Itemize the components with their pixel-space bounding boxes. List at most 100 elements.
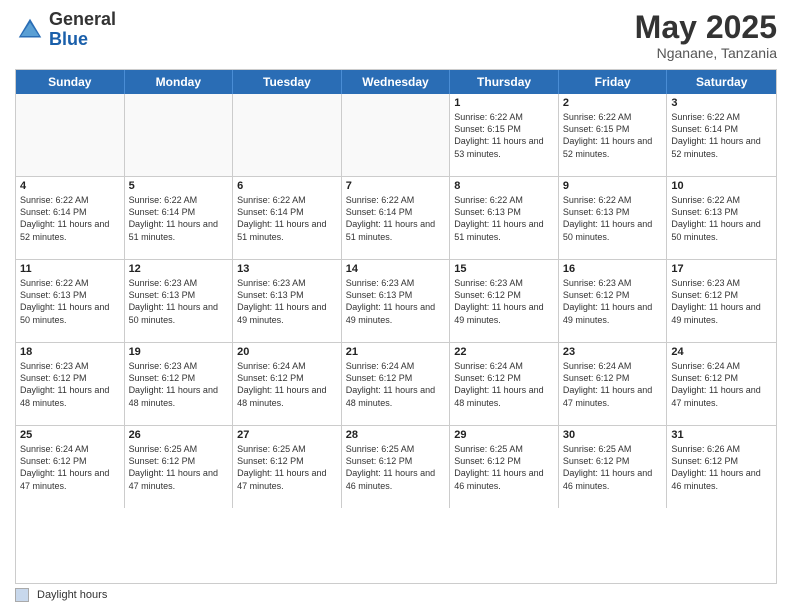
day-cell: 29 Sunrise: 6:25 AM Sunset: 6:12 PM Dayli…: [450, 426, 559, 508]
day-header-sunday: Sunday: [16, 70, 125, 94]
day-cell: 10Sunrise: 6:22 AM Sunset: 6:13 PM Dayli…: [667, 177, 776, 259]
day-header-tuesday: Tuesday: [233, 70, 342, 94]
day-header-saturday: Saturday: [667, 70, 776, 94]
day-header-monday: Monday: [125, 70, 234, 94]
day-number: 21: [346, 346, 446, 358]
day-cell: 12Sunrise: 6:23 AM Sunset: 6:13 PM Dayli…: [125, 260, 234, 342]
day-number: 5: [129, 180, 229, 192]
day-header-friday: Friday: [559, 70, 668, 94]
week-row: 1Sunrise: 6:22 AM Sunset: 6:15 PM Daylig…: [16, 94, 776, 177]
day-info: Sunrise: 6:24 AM Sunset: 6:12 PM Dayligh…: [671, 360, 772, 409]
day-info: Sunrise: 6:22 AM Sunset: 6:14 PM Dayligh…: [20, 194, 120, 243]
calendar: SundayMondayTuesdayWednesdayThursdayFrid…: [15, 69, 777, 584]
day-cell: 14 Sunrise: 6:23 AM Sunset: 6:13 PM Dayli…: [342, 260, 451, 342]
day-cell: 3 Sunrise: 6:22 AM Sunset: 6:14 PM Daylig…: [667, 94, 776, 176]
day-info: Sunrise: 6:25 AM Sunset: 6:12 PM Dayligh…: [346, 443, 446, 492]
day-cell: 16 Sunrise: 6:23 AM Sunset: 6:12 PM Dayli…: [559, 260, 668, 342]
day-cell: [125, 94, 234, 176]
day-number: 24: [671, 346, 772, 358]
day-info: Sunrise: 6:25 AM Sunset: 6:12 PM Dayligh…: [129, 443, 229, 492]
day-number: 9: [563, 180, 663, 192]
title-block: May 2025 Nganane, Tanzania: [635, 10, 777, 61]
day-number: 4: [20, 180, 120, 192]
day-number: 15: [454, 263, 554, 275]
day-number: 14: [346, 263, 446, 275]
day-number: 27: [237, 429, 337, 441]
day-info: Sunrise: 6:23 AM Sunset: 6:13 PM Dayligh…: [346, 277, 446, 326]
day-cell: 11 Sunrise: 6:22 AM Sunset: 6:13 PM Dayli…: [16, 260, 125, 342]
day-number: 23: [563, 346, 663, 358]
day-number: 30: [563, 429, 663, 441]
day-cell: 22 Sunrise: 6:24 AM Sunset: 6:12 PM Dayli…: [450, 343, 559, 425]
logo: General Blue: [15, 10, 116, 50]
day-info: Sunrise: 6:22 AM Sunset: 6:14 PM Dayligh…: [671, 111, 772, 160]
page: General Blue May 2025 Nganane, Tanzania …: [0, 0, 792, 612]
day-number: 28: [346, 429, 446, 441]
day-number: 13: [237, 263, 337, 275]
day-header-wednesday: Wednesday: [342, 70, 451, 94]
day-info: Sunrise: 6:24 AM Sunset: 6:12 PM Dayligh…: [20, 443, 120, 492]
day-number: 25: [20, 429, 120, 441]
day-number: 22: [454, 346, 554, 358]
day-number: 3: [671, 97, 772, 109]
location: Nganane, Tanzania: [635, 45, 777, 61]
day-cell: 17 Sunrise: 6:23 AM Sunset: 6:12 PM Dayli…: [667, 260, 776, 342]
day-headers: SundayMondayTuesdayWednesdayThursdayFrid…: [16, 70, 776, 94]
day-cell: 19Sunrise: 6:23 AM Sunset: 6:12 PM Dayli…: [125, 343, 234, 425]
day-info: Sunrise: 6:22 AM Sunset: 6:13 PM Dayligh…: [20, 277, 120, 326]
month-year: May 2025: [635, 10, 777, 45]
day-cell: 30 Sunrise: 6:25 AM Sunset: 6:12 PM Dayli…: [559, 426, 668, 508]
day-info: Sunrise: 6:23 AM Sunset: 6:13 PM Dayligh…: [129, 277, 229, 326]
legend-text: Daylight hours: [37, 589, 107, 601]
day-cell: 25 Sunrise: 6:24 AM Sunset: 6:12 PM Dayli…: [16, 426, 125, 508]
day-number: 10: [671, 180, 772, 192]
day-number: 6: [237, 180, 337, 192]
week-row: 11 Sunrise: 6:22 AM Sunset: 6:13 PM Dayli…: [16, 260, 776, 343]
day-number: 2: [563, 97, 663, 109]
day-cell: [342, 94, 451, 176]
day-number: 7: [346, 180, 446, 192]
day-number: 11: [20, 263, 120, 275]
day-info: Sunrise: 6:23 AM Sunset: 6:12 PM Dayligh…: [671, 277, 772, 326]
day-cell: 4 Sunrise: 6:22 AM Sunset: 6:14 PM Daylig…: [16, 177, 125, 259]
calendar-body: 1Sunrise: 6:22 AM Sunset: 6:15 PM Daylig…: [16, 94, 776, 508]
day-number: 26: [129, 429, 229, 441]
day-info: Sunrise: 6:24 AM Sunset: 6:12 PM Dayligh…: [454, 360, 554, 409]
day-number: 19: [129, 346, 229, 358]
day-cell: 5 Sunrise: 6:22 AM Sunset: 6:14 PM Daylig…: [125, 177, 234, 259]
day-cell: 9Sunrise: 6:22 AM Sunset: 6:13 PM Daylig…: [559, 177, 668, 259]
day-info: Sunrise: 6:22 AM Sunset: 6:13 PM Dayligh…: [454, 194, 554, 243]
day-number: 29: [454, 429, 554, 441]
day-cell: 20 Sunrise: 6:24 AM Sunset: 6:12 PM Dayli…: [233, 343, 342, 425]
logo-blue: Blue: [49, 29, 88, 49]
day-number: 17: [671, 263, 772, 275]
day-info: Sunrise: 6:23 AM Sunset: 6:12 PM Dayligh…: [563, 277, 663, 326]
day-info: Sunrise: 6:24 AM Sunset: 6:12 PM Dayligh…: [237, 360, 337, 409]
day-info: Sunrise: 6:24 AM Sunset: 6:12 PM Dayligh…: [346, 360, 446, 409]
day-number: 31: [671, 429, 772, 441]
day-info: Sunrise: 6:26 AM Sunset: 6:12 PM Dayligh…: [671, 443, 772, 492]
day-info: Sunrise: 6:23 AM Sunset: 6:12 PM Dayligh…: [20, 360, 120, 409]
day-info: Sunrise: 6:22 AM Sunset: 6:14 PM Dayligh…: [237, 194, 337, 243]
day-number: 20: [237, 346, 337, 358]
day-number: 16: [563, 263, 663, 275]
day-info: Sunrise: 6:22 AM Sunset: 6:14 PM Dayligh…: [346, 194, 446, 243]
day-info: Sunrise: 6:22 AM Sunset: 6:14 PM Dayligh…: [129, 194, 229, 243]
footer: Daylight hours: [15, 588, 777, 602]
logo-general: General: [49, 9, 116, 29]
day-cell: [16, 94, 125, 176]
day-number: 18: [20, 346, 120, 358]
day-info: Sunrise: 6:25 AM Sunset: 6:12 PM Dayligh…: [237, 443, 337, 492]
logo-icon: [15, 15, 45, 45]
day-cell: 1Sunrise: 6:22 AM Sunset: 6:15 PM Daylig…: [450, 94, 559, 176]
day-cell: 26 Sunrise: 6:25 AM Sunset: 6:12 PM Dayli…: [125, 426, 234, 508]
day-header-thursday: Thursday: [450, 70, 559, 94]
day-cell: 27 Sunrise: 6:25 AM Sunset: 6:12 PM Dayli…: [233, 426, 342, 508]
legend-box: [15, 588, 29, 602]
day-info: Sunrise: 6:25 AM Sunset: 6:12 PM Dayligh…: [563, 443, 663, 492]
day-info: Sunrise: 6:22 AM Sunset: 6:15 PM Dayligh…: [563, 111, 663, 160]
day-number: 8: [454, 180, 554, 192]
day-info: Sunrise: 6:25 AM Sunset: 6:12 PM Dayligh…: [454, 443, 554, 492]
day-cell: 8 Sunrise: 6:22 AM Sunset: 6:13 PM Daylig…: [450, 177, 559, 259]
day-cell: 28 Sunrise: 6:25 AM Sunset: 6:12 PM Dayli…: [342, 426, 451, 508]
